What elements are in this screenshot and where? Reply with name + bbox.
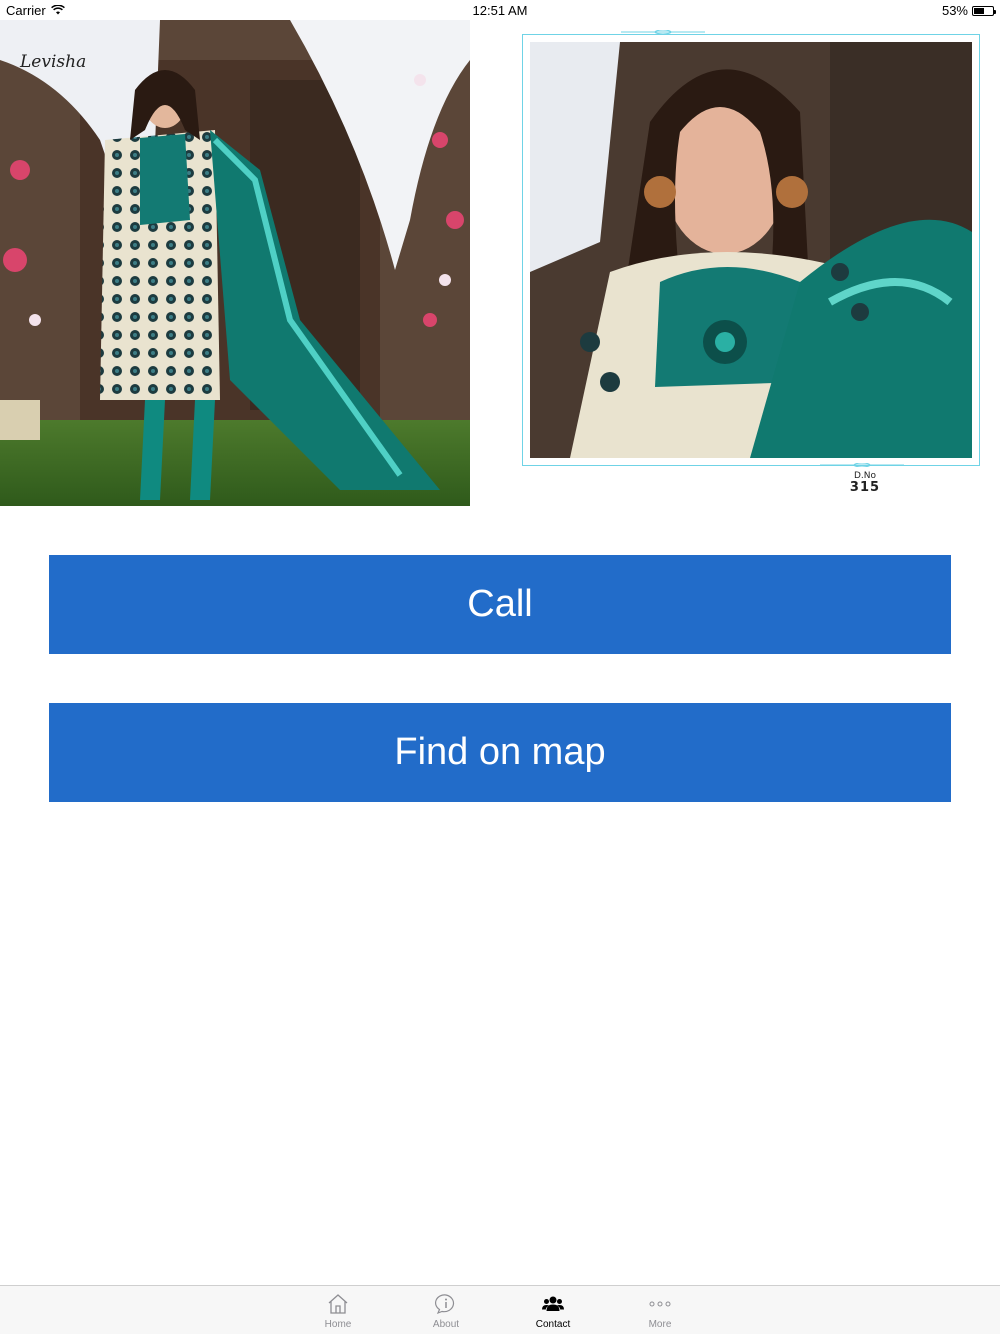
home-icon: [328, 1294, 348, 1314]
call-button[interactable]: Call: [49, 555, 951, 654]
clock: 12:51 AM: [472, 3, 528, 18]
find-on-map-button[interactable]: Find on map: [49, 703, 951, 802]
tab-about[interactable]: About: [406, 1286, 486, 1335]
decorative-divider-icon: [820, 463, 904, 467]
design-number: D.No 315: [840, 472, 890, 495]
tab-contact-label: Contact: [535, 1319, 571, 1330]
tab-home-label: Home: [324, 1319, 352, 1330]
battery-level: [974, 7, 984, 14]
tab-contact[interactable]: Contact: [513, 1286, 593, 1335]
people-icon: [542, 1296, 564, 1311]
tab-more-label: More: [648, 1319, 672, 1330]
brand-logo: Levisha: [20, 52, 87, 72]
product-photo-illustration: [0, 20, 470, 506]
design-number-value: 315: [849, 480, 881, 495]
battery-percent: 53%: [941, 3, 968, 18]
tab-home[interactable]: Home: [298, 1286, 378, 1335]
status-bar: Carrier 12:51 AM 53%: [0, 0, 1000, 20]
more-dots-icon: [649, 1301, 671, 1307]
tab-more[interactable]: More: [620, 1286, 700, 1335]
closeup-illustration: [530, 42, 972, 458]
battery-icon: [972, 5, 996, 16]
product-photo-closeup: [530, 42, 972, 458]
tab-bar: Home About Contact More: [0, 1285, 1000, 1334]
product-photo-full-length[interactable]: Levisha: [0, 20, 470, 506]
tab-about-label: About: [432, 1319, 460, 1330]
product-photo-closeup-frame[interactable]: [522, 34, 980, 466]
info-bubble-icon: [435, 1294, 455, 1315]
